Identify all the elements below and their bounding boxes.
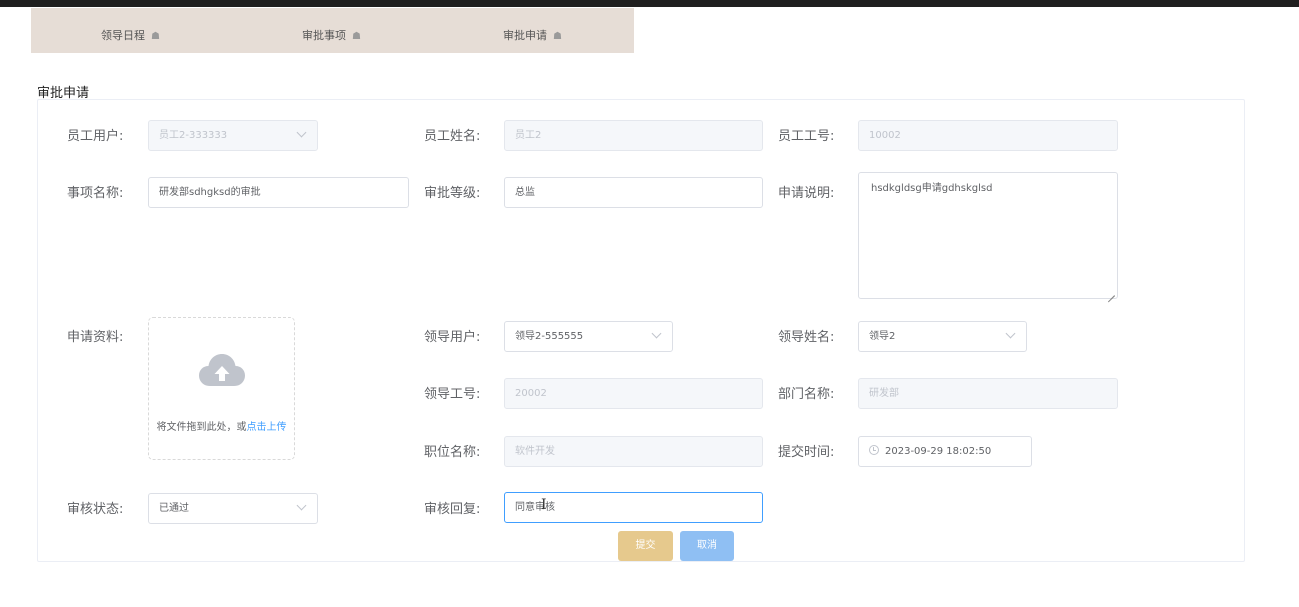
submit-time-label: 提交时间: xyxy=(778,445,835,460)
approval-level-input[interactable]: 总监 xyxy=(504,177,763,208)
leader-user-value: 领导2-555555 xyxy=(515,331,584,342)
submit-button[interactable]: 提交 xyxy=(618,531,673,561)
tab-approval-items[interactable]: 审批事项 ☗ xyxy=(302,27,361,43)
leader-user-label: 领导用户: xyxy=(424,330,481,345)
submit-time-value: 2023-09-29 18:02:50 xyxy=(885,446,992,457)
tab-leader-schedule[interactable]: 领导日程 ☗ xyxy=(101,27,160,43)
application-desc-textarea[interactable]: hsdkgldsg申请gdhskglsd xyxy=(858,172,1118,299)
tab-approval-application[interactable]: 审批申请 ☗ xyxy=(503,27,562,43)
home-icon: ☗ xyxy=(553,31,562,42)
item-name-label: 事项名称: xyxy=(67,186,124,201)
employee-user-label: 员工用户: xyxy=(67,129,124,144)
department-field: 研发部 xyxy=(858,378,1118,409)
leader-user-select[interactable]: 领导2-555555 xyxy=(504,321,673,352)
position-field: 软件开发 xyxy=(504,436,763,467)
employee-no-label: 员工工号: xyxy=(778,129,835,144)
application-desc-value: hsdkgldsg申请gdhskglsd xyxy=(871,183,993,194)
home-icon: ☗ xyxy=(352,31,361,42)
window-top-bar xyxy=(0,0,1299,7)
upload-hint: 将文件拖到此处，或点击上传 xyxy=(149,418,294,433)
leader-no-label: 领导工号: xyxy=(424,387,481,402)
clock-icon xyxy=(869,445,879,455)
review-status-value: 已通过 xyxy=(159,503,189,514)
chevron-down-icon xyxy=(651,328,662,339)
chevron-down-icon xyxy=(1005,328,1016,339)
employee-user-select: 员工2-333333 xyxy=(148,120,318,151)
submit-time-picker[interactable]: 2023-09-29 18:02:50 xyxy=(858,436,1032,467)
review-reply-label: 审核回复: xyxy=(424,502,481,517)
employee-no-field: 10002 xyxy=(858,120,1118,151)
cloud-upload-icon xyxy=(199,354,245,386)
upload-link[interactable]: 点击上传 xyxy=(247,422,287,433)
home-icon: ☗ xyxy=(151,31,160,42)
leader-name-label: 领导姓名: xyxy=(778,330,835,345)
tab-label: 审批事项 xyxy=(302,29,346,42)
chevron-down-icon xyxy=(296,500,307,511)
materials-label: 申请资料: xyxy=(67,330,124,345)
leader-name-value: 领导2 xyxy=(869,331,896,342)
application-desc-label: 申请说明: xyxy=(778,186,835,201)
tab-bar: 领导日程 ☗ 审批事项 ☗ 审批申请 ☗ xyxy=(31,8,634,53)
upload-hint-text: 将文件拖到此处，或 xyxy=(156,422,247,433)
cancel-button[interactable]: 取消 xyxy=(680,531,734,561)
leader-no-field: 20002 xyxy=(504,378,763,409)
text-cursor-icon: I xyxy=(541,497,547,513)
employee-user-value: 员工2-333333 xyxy=(159,130,228,141)
tab-label: 领导日程 xyxy=(101,29,145,42)
approval-level-label: 审批等级: xyxy=(424,186,481,201)
item-name-input[interactable]: 研发部sdhgksd的审批 xyxy=(148,177,409,208)
review-status-select[interactable]: 已通过 xyxy=(148,493,318,524)
file-upload-dropzone[interactable]: 将文件拖到此处，或点击上传 xyxy=(148,317,295,460)
leader-name-select[interactable]: 领导2 xyxy=(858,321,1027,352)
employee-name-label: 员工姓名: xyxy=(424,129,481,144)
tab-label: 审批申请 xyxy=(503,29,547,42)
chevron-down-icon xyxy=(296,127,307,138)
position-label: 职位名称: xyxy=(424,445,481,460)
employee-name-field: 员工2 xyxy=(504,120,763,151)
department-label: 部门名称: xyxy=(778,387,835,402)
review-status-label: 审核状态: xyxy=(67,502,124,517)
resize-handle-icon[interactable] xyxy=(1108,289,1115,296)
